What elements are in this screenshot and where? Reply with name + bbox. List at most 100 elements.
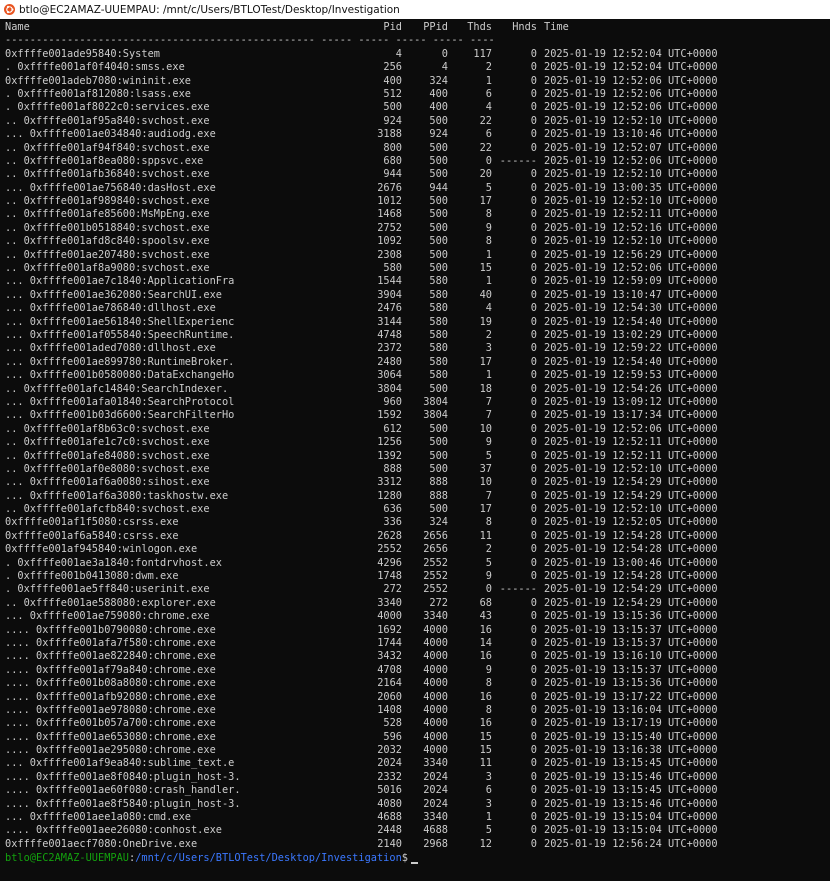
cell-hnds: 0 [530, 570, 537, 583]
cell-thds: 8 [485, 516, 492, 529]
cell-time: 2025-01-19 12:52:06 UTC+0000 [544, 74, 718, 87]
cell-ppid: 324 [429, 74, 448, 87]
cell-pid: 680 [383, 154, 402, 167]
shell-prompt[interactable]: btlo@EC2AMAZ-UUEMPAU:/mnt/c/Users/BTLOTe… [5, 851, 827, 865]
cell-time: 2025-01-19 12:52:07 UTC+0000 [544, 141, 718, 154]
process-list: 0xffffe001ade95840:System 4 0 117 0 2025-01-1… [5, 48, 827, 851]
terminal-window[interactable]: btlo@EC2AMAZ-UUEMPAU: /mnt/c/Users/BTLOT… [0, 0, 830, 881]
cell-name: 0xffffe001af945840:winlogon.exe [5, 543, 198, 556]
cell-ppid: 324 [429, 516, 448, 529]
cell-pid: 2752 [377, 221, 402, 234]
cell-hnds: 0 [530, 690, 537, 703]
cell-thds: 17 [479, 503, 492, 516]
cell-ppid: 272 [429, 596, 448, 609]
cell-thds: 8 [485, 235, 492, 248]
cell-pid: 4748 [377, 328, 402, 341]
cell-name: .. 0xffffe001afe84080:svchost.exe [5, 449, 210, 462]
cell-hnds: 0 [530, 181, 537, 194]
cell-time: 2025-01-19 12:54:29 UTC+0000 [544, 596, 718, 609]
cell-hnds: 0 [530, 636, 537, 649]
cell-name: 0xffffe001af6a5840:csrss.exe [5, 529, 179, 542]
cell-thds: 1 [485, 811, 492, 824]
cell-name: .... 0xffffe001ae295080:chrome.exe [5, 744, 216, 757]
cell-thds: 40 [479, 288, 492, 301]
cell-time: 2025-01-19 13:15:04 UTC+0000 [544, 824, 718, 837]
table-row: .. 0xffffe001afcfb840:svchost.exe 636 500 1… [5, 503, 827, 516]
cell-ppid: 4000 [423, 677, 448, 690]
cell-ppid: 580 [429, 288, 448, 301]
cell-ppid: 4000 [423, 690, 448, 703]
cell-hnds: 0 [530, 128, 537, 141]
table-row: ... 0xffffe001ae034840:audiodg.exe 3188 92… [5, 128, 827, 141]
cell-thds: 15 [479, 262, 492, 275]
cell-hnds: 0 [530, 462, 537, 475]
cell-pid: 336 [383, 516, 402, 529]
cell-ppid: 0 [441, 47, 448, 60]
cell-name: .... 0xffffe001afa7f580:chrome.exe [5, 636, 216, 649]
cell-hnds: 0 [530, 422, 537, 435]
cell-thds: 18 [479, 382, 492, 395]
table-row: . 0xffffe001ae3a1840:fontdrvhost.ex 4296 2… [5, 557, 827, 570]
cell-thds: 10 [479, 476, 492, 489]
table-row: .. 0xffffe001af989840:svchost.exe 1012 500… [5, 195, 827, 208]
table-row: .... 0xffffe001ae978080:chrome.exe 1408 40… [5, 704, 827, 717]
cell-time: 2025-01-19 13:17:22 UTC+0000 [544, 690, 718, 703]
cell-thds: 8 [485, 677, 492, 690]
table-row: ... 0xffffe001ae561840:ShellExperienc 314… [5, 316, 827, 329]
cell-time: 2025-01-19 12:52:06 UTC+0000 [544, 422, 718, 435]
cell-pid: 2164 [377, 677, 402, 690]
cell-time: 2025-01-19 13:00:46 UTC+0000 [544, 556, 718, 569]
cell-thds: 3 [485, 342, 492, 355]
cell-ppid: 500 [429, 114, 448, 127]
cell-name: .. 0xffffe001b0518840:svchost.exe [5, 221, 210, 234]
terminal-output[interactable]: Name Pid PPid Thds Hnds Time ----------------… [5, 21, 827, 879]
cell-ppid: 2656 [423, 543, 448, 556]
cell-pid: 3188 [377, 128, 402, 141]
cell-time: 2025-01-19 13:15:40 UTC+0000 [544, 730, 718, 743]
table-row: ... 0xffffe001af055840:SpeechRuntime. 474… [5, 329, 827, 342]
cell-name: .. 0xffffe001ae207480:svchost.exe [5, 248, 210, 261]
cell-name: . 0xffffe001af0f4040:smss.exe [5, 61, 185, 74]
cell-pid: 636 [383, 503, 402, 516]
cell-thds: 1 [485, 74, 492, 87]
cell-time: 2025-01-19 12:52:11 UTC+0000 [544, 449, 718, 462]
table-row: ... 0xffffe001afa01840:SearchProtocol 960… [5, 396, 827, 409]
table-row: .... 0xffffe001b057a700:chrome.exe 528 400… [5, 717, 827, 730]
cell-hnds: 0 [530, 382, 537, 395]
cell-time: 2025-01-19 12:52:04 UTC+0000 [544, 47, 718, 60]
table-row: . 0xffffe001ae5ff840:userinit.exe 272 2552… [5, 583, 827, 596]
cell-ppid: 4000 [423, 730, 448, 743]
cell-hnds: 0 [530, 409, 537, 422]
cell-name: .. 0xffffe001af989840:svchost.exe [5, 195, 210, 208]
header-thds: Thds [467, 21, 492, 33]
cell-name: ... 0xffffe001ae786840:dllhost.exe [5, 302, 216, 315]
title-bar[interactable]: btlo@EC2AMAZ-UUEMPAU: /mnt/c/Users/BTLOT… [0, 0, 830, 19]
cell-ppid: 500 [429, 221, 448, 234]
cell-hnds: 0 [530, 141, 537, 154]
cell-pid: 3340 [377, 596, 402, 609]
cell-pid: 528 [383, 717, 402, 730]
cell-ppid: 4000 [423, 636, 448, 649]
cell-pid: 1256 [377, 436, 402, 449]
cell-time: 2025-01-19 12:52:06 UTC+0000 [544, 101, 718, 114]
cell-pid: 272 [383, 583, 402, 596]
cell-ppid: 4000 [423, 717, 448, 730]
table-header: Name Pid PPid Thds Hnds Time [5, 21, 827, 34]
cell-name: .. 0xffffe001af94f840:svchost.exe [5, 141, 210, 154]
cell-ppid: 944 [429, 181, 448, 194]
cell-ppid: 3340 [423, 811, 448, 824]
cell-ppid: 500 [429, 382, 448, 395]
cell-hnds: 0 [530, 114, 537, 127]
cell-name: ... 0xffffe001b03d6600:SearchFilterHo [5, 409, 235, 422]
cell-pid: 596 [383, 730, 402, 743]
cell-pid: 512 [383, 87, 402, 100]
cell-ppid: 2024 [423, 770, 448, 783]
cell-pid: 3804 [377, 382, 402, 395]
cell-pid: 2140 [377, 837, 402, 850]
cell-time: 2025-01-19 13:00:35 UTC+0000 [544, 181, 718, 194]
table-row: ... 0xffffe001ae899780:RuntimeBroker. 248… [5, 356, 827, 369]
cell-hnds: 0 [530, 248, 537, 261]
cell-pid: 4 [395, 47, 402, 60]
cell-thds: 1 [485, 369, 492, 382]
cell-hnds: 0 [530, 449, 537, 462]
